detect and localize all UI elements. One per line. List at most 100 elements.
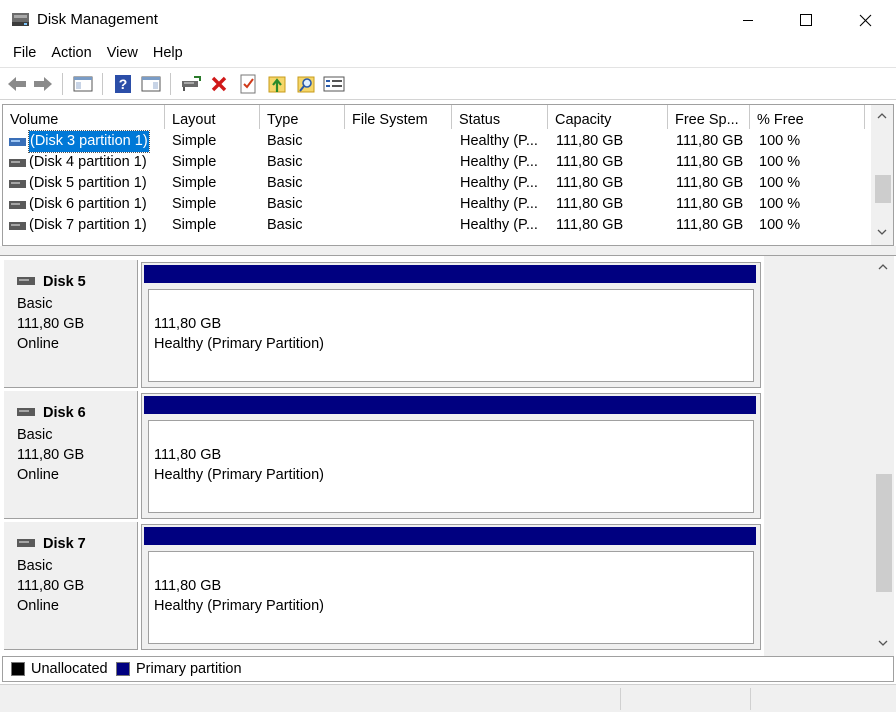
legend-swatch-unallocated [11, 662, 25, 676]
status-bar [0, 684, 896, 712]
table-row[interactable]: (Disk 4 partition 1) Simple Basic Healthy (… [3, 152, 869, 173]
connect-disk-icon [182, 76, 201, 91]
show-hide-action-pane-button[interactable] [140, 73, 162, 95]
back-button[interactable] [6, 73, 28, 95]
cell-free-space: 111,80 GB [676, 196, 744, 212]
cell-percent-free: 100 % [759, 175, 801, 191]
cell-percent-free: 100 % [759, 196, 801, 212]
column-header-volume[interactable]: Volume [3, 105, 165, 129]
forward-arrow-icon [34, 77, 52, 91]
cell-layout: Simple [172, 217, 217, 233]
svg-text:?: ? [119, 76, 128, 92]
scroll-down-button[interactable] [872, 634, 894, 652]
status-divider [750, 688, 751, 710]
export-list-button[interactable] [266, 73, 288, 95]
menu-help[interactable]: Help [146, 40, 191, 67]
column-header-layout[interactable]: Layout [165, 105, 260, 129]
show-hide-console-tree-button[interactable] [72, 73, 94, 95]
scroll-up-button[interactable] [872, 258, 894, 276]
volume-list-header: Volume Layout Type File System Status Ca… [3, 105, 873, 129]
chevron-down-icon [877, 229, 887, 235]
menu-view[interactable]: View [100, 40, 146, 67]
partition-details[interactable]: 111,80 GB Healthy (Primary Partition) [148, 420, 754, 513]
close-button[interactable] [836, 0, 894, 40]
partition-details[interactable]: 111,80 GB Healthy (Primary Partition) [148, 289, 754, 382]
legend-label-primary: Primary partition [136, 661, 242, 677]
scroll-up-button[interactable] [871, 107, 893, 125]
connect-disk-button[interactable] [180, 73, 202, 95]
cell-volume: (Disk 6 partition 1) [29, 196, 147, 212]
partition-status: Healthy (Primary Partition) [154, 598, 325, 614]
partition-status: Healthy (Primary Partition) [154, 336, 325, 352]
cell-free-space: 111,80 GB [676, 217, 744, 233]
cell-free-space: 111,80 GB [676, 133, 744, 149]
cell-type: Basic [267, 196, 303, 212]
cell-volume: (Disk 4 partition 1) [29, 154, 147, 170]
scroll-thumb[interactable] [876, 474, 892, 592]
volume-list-scrollbar[interactable] [871, 105, 893, 245]
cell-free-space: 111,80 GB [676, 175, 744, 191]
disk-view-scrollbar[interactable] [872, 256, 894, 656]
primary-partition-bar [144, 265, 756, 283]
disk-info-panel[interactable]: Disk 6 Basic 111,80 GB Online [4, 391, 138, 519]
cell-status: Healthy (P... [460, 217, 538, 233]
table-row[interactable]: (Disk 5 partition 1) Simple Basic Healthy (… [3, 173, 869, 194]
properties-button[interactable] [237, 73, 259, 95]
disk-management-icon [12, 13, 29, 26]
scroll-thumb[interactable] [875, 175, 891, 203]
disk-row: Disk 5 Basic 111,80 GB Online 111,80 GB Healt… [2, 256, 762, 388]
help-button[interactable]: ? [112, 73, 134, 95]
chevron-up-icon [877, 113, 887, 119]
disk-info-panel[interactable]: Disk 7 Basic 111,80 GB Online [4, 522, 138, 650]
export-list-icon [268, 76, 286, 93]
partition-block[interactable]: 111,80 GB Healthy (Primary Partition) [141, 524, 761, 650]
volume-list: Volume Layout Type File System Status Ca… [2, 104, 894, 246]
delete-button[interactable] [208, 73, 230, 95]
column-header-percent-free[interactable]: % Free [750, 105, 865, 129]
column-header-status[interactable]: Status [452, 105, 548, 129]
search-folder-icon [297, 76, 315, 93]
disk-icon [17, 408, 35, 416]
view-settings-button[interactable] [323, 73, 345, 95]
volume-icon [9, 222, 26, 230]
partition-details[interactable]: 111,80 GB Healthy (Primary Partition) [148, 551, 754, 644]
disk-info-panel[interactable]: Disk 5 Basic 111,80 GB Online [4, 260, 138, 388]
forward-button[interactable] [32, 73, 54, 95]
delete-icon [211, 76, 227, 92]
column-header-free-space[interactable]: Free Sp... [668, 105, 750, 129]
scroll-down-button[interactable] [871, 223, 893, 241]
table-row[interactable]: (Disk 3 partition 1) Simple Basic Healthy (… [3, 130, 869, 153]
disk-name-label: Disk 7 [43, 536, 86, 552]
disk-type: Basic [17, 558, 53, 574]
volume-icon [9, 201, 26, 209]
menu-action[interactable]: Action [44, 40, 99, 67]
table-row[interactable]: (Disk 7 partition 1) Simple Basic Healthy (… [3, 215, 869, 236]
toolbar-separator [170, 73, 171, 95]
status-divider [620, 688, 621, 710]
view-settings-icon [323, 76, 345, 92]
minimize-button[interactable] [719, 0, 777, 40]
disk-name: Disk 5 [17, 274, 86, 290]
column-header-type[interactable]: Type [260, 105, 345, 129]
cell-status: Healthy (P... [460, 175, 538, 191]
cell-capacity: 111,80 GB [556, 217, 624, 233]
partition-block[interactable]: 111,80 GB Healthy (Primary Partition) [141, 262, 761, 388]
minimize-icon [743, 20, 753, 21]
search-folder-button[interactable] [295, 73, 317, 95]
cell-type: Basic [267, 133, 303, 149]
cell-layout: Simple [172, 196, 217, 212]
cell-layout: Simple [172, 133, 217, 149]
maximize-button[interactable] [777, 0, 835, 40]
column-header-capacity[interactable]: Capacity [548, 105, 668, 129]
column-header-file-system[interactable]: File System [345, 105, 452, 129]
show-hide-action-pane-icon [141, 76, 161, 92]
partition-status: Healthy (Primary Partition) [154, 467, 325, 483]
cell-layout: Simple [172, 154, 217, 170]
table-row[interactable]: (Disk 6 partition 1) Simple Basic Healthy (… [3, 194, 869, 215]
partition-size: 111,80 GB [154, 316, 222, 332]
cell-status: Healthy (P... [460, 154, 538, 170]
menu-file[interactable]: File [6, 40, 44, 67]
partition-block[interactable]: 111,80 GB Healthy (Primary Partition) [141, 393, 761, 519]
pane-splitter[interactable] [0, 246, 896, 256]
title-bar: Disk Management [0, 0, 896, 40]
